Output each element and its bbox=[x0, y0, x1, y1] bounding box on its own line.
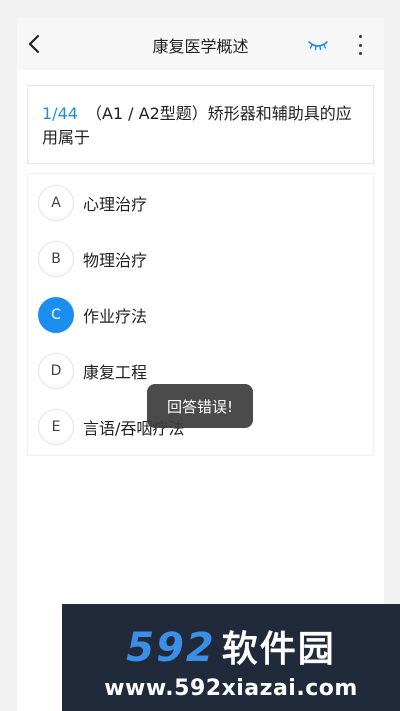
question-text: （A1 / A2型题）矫形器和辅助具的应用属于 bbox=[42, 104, 352, 147]
more-button[interactable] bbox=[353, 35, 367, 55]
toast-message: 回答错误! bbox=[147, 384, 253, 428]
option-c[interactable]: C 作业疗法 bbox=[28, 293, 375, 337]
watermark-number: 592 bbox=[126, 625, 216, 671]
option-text: 作业疗法 bbox=[83, 307, 148, 326]
option-letter: C bbox=[38, 297, 74, 333]
more-vertical-icon-dot bbox=[358, 52, 362, 55]
watermark-url: www.592xiazai.com bbox=[104, 676, 358, 701]
watermark-cn: 软件园 bbox=[221, 629, 336, 670]
option-b[interactable]: B 物理治疗 bbox=[28, 237, 375, 281]
option-letter: D bbox=[38, 353, 74, 389]
option-a[interactable]: A 心理治疗 bbox=[28, 181, 375, 225]
question-index: 1/44 bbox=[42, 104, 78, 123]
more-vertical-icon bbox=[358, 35, 362, 38]
header-bar: 康复医学概述 bbox=[17, 18, 384, 70]
question-card: 1/44 （A1 / A2型题）矫形器和辅助具的应用属于 bbox=[27, 85, 374, 164]
watermark-banner: 592 软件园 www.592xiazai.com bbox=[62, 604, 400, 711]
watermark-logo: 592 软件园 bbox=[62, 620, 400, 672]
more-vertical-icon-dot bbox=[358, 43, 362, 47]
eye-toggle-button[interactable] bbox=[307, 38, 329, 52]
option-letter: A bbox=[38, 185, 74, 221]
option-letter: B bbox=[38, 241, 74, 277]
option-text: 物理治疗 bbox=[83, 251, 148, 270]
option-text: 心理治疗 bbox=[83, 195, 148, 214]
option-letter: E bbox=[38, 409, 74, 445]
eye-closed-icon bbox=[308, 41, 328, 51]
option-text: 康复工程 bbox=[83, 363, 148, 382]
